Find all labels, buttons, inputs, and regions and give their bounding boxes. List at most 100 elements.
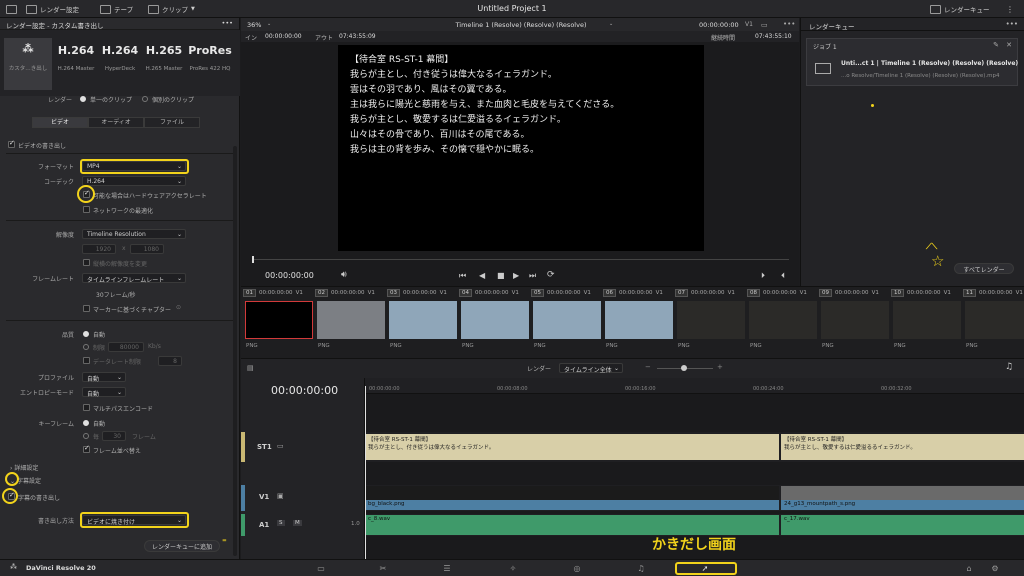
network-opt-checkbox[interactable] [83, 206, 90, 213]
clip-thumbnail-item[interactable]: 06 00:00:00:00 V1 PNG [603, 287, 675, 359]
edit-job-icon[interactable]: ✎ [993, 41, 999, 49]
clip-thumbnail-item[interactable]: 01 00:00:00:00 V1 PNG [243, 287, 315, 359]
timeline-ruler[interactable]: 00:00:00:00 00:00:08:00 00:00:16:00 00:0… [365, 378, 1024, 394]
keyframe-every-radio[interactable] [83, 433, 89, 439]
tab-audio[interactable]: オーディオ [88, 117, 144, 128]
in-timecode[interactable]: 00:00:00:00 [265, 33, 302, 40]
edit-page-icon[interactable]: ☰ [442, 564, 452, 573]
volume-icon[interactable]: 🔊︎ [341, 270, 347, 280]
preset-prores-422-hq[interactable]: ProRes ProRes 422 HQ [186, 40, 234, 72]
data-rate-input[interactable]: 8 [158, 356, 182, 366]
scrubber-playhead[interactable] [252, 256, 254, 263]
stop-icon[interactable]: ■ [497, 271, 505, 280]
media-page-icon[interactable]: ▭ [316, 564, 326, 573]
audio-mute-button[interactable]: M [293, 520, 302, 526]
resolution-select[interactable]: Timeline Resolution ⌄ [82, 229, 186, 239]
more-options-icon[interactable]: ⋮ [1006, 3, 1014, 15]
fusion-page-icon[interactable]: ✧ [508, 564, 518, 573]
jump-start-icon[interactable]: ⏮︎ [459, 271, 466, 281]
export-video-checkbox[interactable] [8, 139, 15, 148]
tab-video[interactable]: ビデオ [32, 117, 88, 128]
render-queue-options-icon[interactable]: ••• [1006, 20, 1018, 28]
video-clip[interactable]: bg_black.png [365, 486, 779, 510]
clip-thumbnail-item[interactable]: 11 00:00:00:00 V1 PNG [963, 287, 1024, 359]
profile-select[interactable]: 自動 ⌄ [82, 372, 126, 383]
viewer-options-icon[interactable]: ••• [783, 20, 795, 28]
preset-h264-master[interactable]: H.264 H.264 Master [52, 40, 100, 72]
render-range-select[interactable]: タイムライン全体 ⌄ [559, 363, 623, 374]
tab-file[interactable]: ファイル [144, 117, 200, 128]
timeline-name[interactable]: Timeline 1 (Resolve) (Resolve) (Resolve) [401, 21, 641, 29]
clip-thumbnail-item[interactable]: 02 00:00:00:00 V1 PNG [315, 287, 387, 359]
jump-end-icon[interactable]: ⏭︎ [529, 271, 536, 281]
quality-limit-radio[interactable] [83, 344, 89, 350]
entropy-select[interactable]: 自動 ⌄ [82, 387, 126, 398]
zoom-out-icon[interactable]: − [645, 363, 651, 371]
individual-clips-radio[interactable] [142, 96, 148, 102]
settings-gear-icon[interactable]: ⚙ [990, 564, 1000, 573]
zoom-level[interactable]: 36% [247, 21, 261, 29]
multipass-checkbox[interactable] [83, 404, 90, 411]
subtitle-clip[interactable]: 【待合室 RS-ST-1 幕間】 我らが主とし、敬愛するは仁愛溢るるイェラガンド… [781, 434, 1024, 460]
framerate-select[interactable]: タイムラインフレームレート ⌄ [82, 273, 186, 284]
clip-thumbnail-item[interactable]: 03 00:00:00:00 V1 PNG [387, 287, 459, 359]
preset-custom[interactable]: ⁂ カスタ…き出し [4, 38, 52, 90]
fairlight-page-icon[interactable]: ♫ [636, 564, 646, 573]
home-icon[interactable]: ⌂ [964, 564, 974, 573]
keyframe-auto-radio[interactable] [83, 420, 89, 426]
resolution-width-input[interactable]: 1920 [82, 244, 116, 254]
clip-thumbnail-item[interactable]: 09 00:00:00:00 V1 PNG [819, 287, 891, 359]
subtitle-clip[interactable]: 【待合室 RS-ST-1 幕間】 我らが主とし、付き従うは偉大なるイェラガンド。 [365, 434, 779, 460]
zoom-in-icon[interactable]: + [717, 363, 723, 371]
clip-thumbnail-item[interactable]: 07 00:00:00:00 V1 PNG [675, 287, 747, 359]
clip-thumbnail-item[interactable]: 05 00:00:00:00 V1 PNG [531, 287, 603, 359]
render-job[interactable]: ジョブ 1 ✎ ✕ Unti...ct 1 | Timeline 1 (Reso… [806, 38, 1018, 86]
res-aspect-checkbox[interactable] [83, 259, 90, 266]
next-clip-icon[interactable]: ⏴︎ [781, 271, 785, 281]
out-timecode[interactable]: 07:43:55:09 [339, 33, 376, 40]
color-page-icon[interactable]: ◎ [572, 564, 582, 573]
timeline-view-icon[interactable]: ▤ [247, 364, 254, 372]
preset-h265-master[interactable]: H.265 H.265 Master [140, 40, 188, 72]
render-queue-toggle[interactable]: レンダーキュー [930, 3, 990, 15]
prev-clip-icon[interactable]: ⏵︎ [761, 271, 765, 281]
audio-solo-button[interactable]: S [277, 520, 285, 526]
highlight-mark: ⁼ [222, 538, 227, 548]
quality-auto-radio[interactable] [83, 331, 89, 337]
data-rate-limit-checkbox[interactable] [83, 357, 90, 364]
resolution-height-input[interactable]: 1080 [130, 244, 164, 254]
clip-thumbnail-item[interactable]: 04 00:00:00:00 V1 PNG [459, 287, 531, 359]
viewer-mode-icon[interactable]: ▭ [761, 21, 768, 29]
audio-clip[interactable]: c_8.wav [365, 515, 779, 535]
clip-thumbnail-item[interactable]: 08 00:00:00:00 V1 PNG [747, 287, 819, 359]
video-clip[interactable]: 24_g13_mountpath_s.png [781, 486, 1024, 510]
left-panel-scrollbar[interactable] [233, 146, 237, 556]
panel-options-icon[interactable]: ••• [221, 19, 233, 27]
video-track-icon[interactable]: ▣ [277, 492, 284, 500]
add-to-render-queue-button[interactable]: レンダーキューに追加 [144, 540, 220, 552]
clip-thumbnail-item[interactable]: 10 00:00:00:00 V1 PNG [891, 287, 963, 359]
subtitle-track-icon[interactable]: ▭ [277, 442, 284, 450]
playhead[interactable] [365, 386, 366, 559]
audio-clip[interactable]: c_17.wav [781, 515, 1024, 535]
cut-page-icon[interactable]: ✂ [378, 564, 388, 573]
job-title: Unti...ct 1 | Timeline 1 (Resolve) (Reso… [841, 60, 1019, 67]
render-all-button[interactable]: すべてレンダー [954, 263, 1014, 274]
chapters-checkbox[interactable] [83, 305, 90, 312]
audio-icon[interactable]: ♫ [1005, 362, 1013, 372]
preset-hyperdeck[interactable]: H.264 HyperDeck [96, 40, 144, 72]
codec-select[interactable]: H.264 ⌄ [82, 176, 186, 186]
quality-limit-input[interactable]: 80000 [108, 342, 144, 352]
chapters-options-icon[interactable]: ⊙ [176, 304, 181, 311]
single-clip-radio[interactable] [80, 96, 86, 102]
keyframe-every-input[interactable]: 30 [102, 431, 126, 441]
close-icon[interactable]: ✕ [1006, 41, 1012, 49]
frame-reorder-checkbox[interactable] [83, 444, 90, 453]
play-icon[interactable]: ▶ [513, 271, 519, 280]
clip-format: PNG [390, 343, 402, 349]
advanced-settings-toggle[interactable]: › 詳細設定 [10, 463, 38, 472]
loop-icon[interactable]: ⟳ [547, 270, 555, 280]
zoom-slider-handle[interactable] [681, 365, 687, 371]
viewer-scrubber[interactable] [253, 259, 789, 260]
play-reverse-icon[interactable]: ◀ [479, 271, 485, 280]
